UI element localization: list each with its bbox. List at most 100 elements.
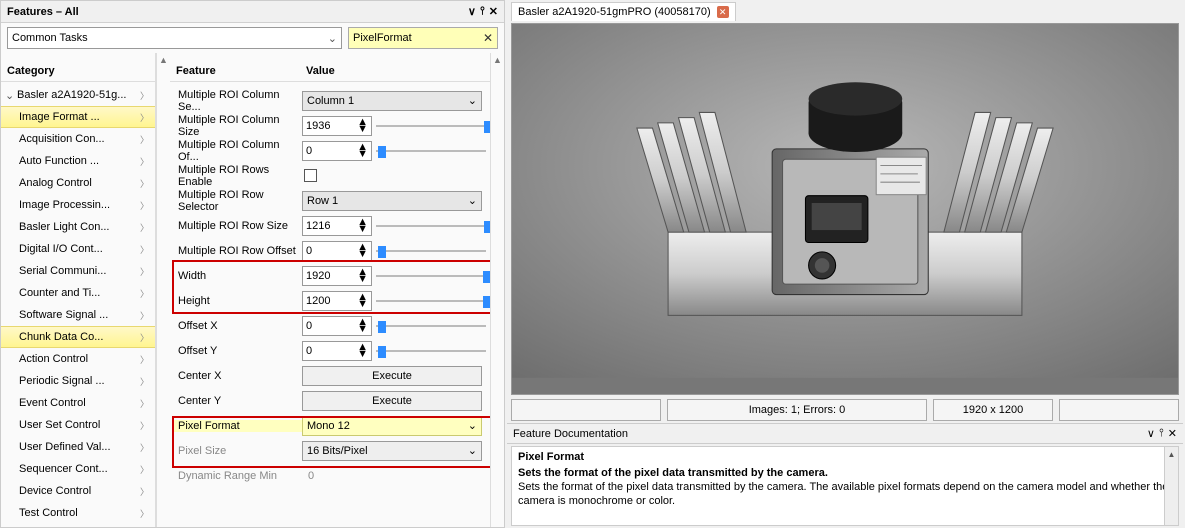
slider[interactable] [376, 293, 486, 309]
category-item[interactable]: User Set Control〉 [1, 414, 155, 436]
slider[interactable] [376, 118, 486, 134]
clear-search-icon[interactable]: ✕ [483, 31, 493, 45]
feature-scroll[interactable]: ▲ [490, 53, 504, 527]
feature-row: Width1920▲▼ [170, 263, 490, 288]
category-item[interactable]: Auto Function ...〉 [1, 150, 155, 172]
category-item[interactable]: Digital I/O Cont...〉 [1, 238, 155, 260]
category-item[interactable]: Software Signal ...〉 [1, 304, 155, 326]
slider[interactable] [376, 243, 486, 259]
feature-name: Width [174, 270, 302, 282]
feature-row: Dynamic Range Min0 [170, 463, 490, 488]
doc-scrollbar[interactable]: ▲ [1164, 447, 1178, 525]
feature-row: Height1200▲▼ [170, 288, 490, 313]
feature-list: Multiple ROI Column Se...Column 1⌄ Multip… [170, 82, 490, 527]
doc-close-icon[interactable]: ✕ [1168, 427, 1177, 440]
doc-titlebar: Feature Documentation ∨ ⫯ ✕ [507, 423, 1183, 444]
slider[interactable] [376, 218, 486, 234]
doc-text: Sets the format of the pixel data transm… [518, 481, 1172, 509]
select-ctrl[interactable]: Column 1⌄ [302, 91, 482, 111]
task-dropdown-label: Common Tasks [12, 32, 88, 44]
select-ctrl[interactable]: Row 1⌄ [302, 191, 482, 211]
feature-name: Pixel Format [174, 420, 302, 432]
category-item[interactable]: Chunk Data Co...〉 [1, 326, 155, 348]
doc-collapse-icon[interactable]: ∨ [1147, 427, 1155, 440]
feature-name: Center Y [174, 395, 302, 407]
doc-pin-icon[interactable]: ⫯ [1159, 427, 1164, 440]
category-item[interactable]: User Defined Val...〉 [1, 436, 155, 458]
feature-name: Height [174, 295, 302, 307]
category-item[interactable]: Device Control〉 [1, 480, 155, 502]
spin-input[interactable]: 1200▲▼ [302, 291, 372, 311]
status-resolution: 1920 x 1200 [933, 399, 1053, 421]
feature-row: Offset Y0▲▼ [170, 338, 490, 363]
feature-row: Pixel FormatMono 12⌄ [170, 413, 490, 438]
checkbox[interactable] [304, 169, 317, 182]
feature-name: Multiple ROI Rows Enable [174, 164, 302, 188]
spin-input[interactable]: 0▲▼ [302, 341, 372, 361]
feature-row: Center XExecute [170, 363, 490, 388]
feature-row: Multiple ROI Row Size1216▲▼ [170, 213, 490, 238]
category-item[interactable]: Basler Light Con...〉 [1, 216, 155, 238]
feature-name: Multiple ROI Row Offset [174, 245, 302, 257]
slider[interactable] [376, 268, 486, 284]
feature-name: Offset X [174, 320, 302, 332]
category-item[interactable]: Test Control〉 [1, 502, 155, 524]
category-item[interactable]: Analog Control〉 [1, 172, 155, 194]
slider[interactable] [376, 143, 486, 159]
feature-value: Mono 12⌄ [302, 416, 486, 436]
category-item[interactable]: Image Processin...〉 [1, 194, 155, 216]
feature-value [302, 169, 486, 182]
category-column: Category ⌄Basler a2A1920-51g...〉Image Fo… [1, 53, 156, 527]
category-item[interactable]: Action Control〉 [1, 348, 155, 370]
feature-header: Feature [170, 61, 300, 81]
category-scroll[interactable]: ▲ [156, 53, 170, 527]
spin-input[interactable]: 1920▲▼ [302, 266, 372, 286]
spin-input[interactable]: 0▲▼ [302, 241, 372, 261]
collapse-icon[interactable]: ∨ [468, 5, 476, 18]
category-item[interactable]: Image Format ...〉 [1, 106, 155, 128]
category-item[interactable]: Sequencer Cont...〉 [1, 458, 155, 480]
execute-button[interactable]: Execute [302, 391, 482, 411]
preview-tab[interactable]: Basler a2A1920-51gmPRO (40058170) ✕ [511, 2, 736, 21]
feature-name: Pixel Size [174, 445, 302, 457]
feature-name: Multiple ROI Row Selector [174, 189, 302, 213]
category-item[interactable]: Periodic Signal ...〉 [1, 370, 155, 392]
task-dropdown[interactable]: Common Tasks ⌄ [7, 27, 342, 49]
feature-row: Multiple ROI Column Se...Column 1⌄ [170, 88, 490, 113]
chevron-down-icon: ⌄ [328, 32, 337, 45]
feature-value: 0▲▼ [302, 141, 486, 161]
spin-input[interactable]: 0▲▼ [302, 141, 372, 161]
pin-icon[interactable]: ⫯ [480, 5, 485, 18]
category-item[interactable]: Serial Communi...〉 [1, 260, 155, 282]
close-icon[interactable]: ✕ [489, 5, 498, 18]
features-panel: Features – All ∨ ⫯ ✕ Common Tasks ⌄ Pixe… [0, 0, 505, 528]
execute-button[interactable]: Execute [302, 366, 482, 386]
category-item[interactable]: Acquisition Con...〉 [1, 128, 155, 150]
category-item[interactable]: Event Control〉 [1, 392, 155, 414]
spin-input[interactable]: 0▲▼ [302, 316, 372, 336]
slider[interactable] [376, 343, 486, 359]
spin-input[interactable]: 1216▲▼ [302, 216, 372, 236]
select-ctrl[interactable]: Mono 12⌄ [302, 416, 482, 436]
doc-heading: Pixel Format [518, 451, 1172, 463]
feature-value: 1216▲▼ [302, 216, 486, 236]
feature-row: Center YExecute [170, 388, 490, 413]
status-empty-left [511, 399, 661, 421]
chevron-down-icon: ⌄ [468, 94, 477, 107]
category-item[interactable]: ⌄Basler a2A1920-51g...〉 [1, 84, 155, 106]
feature-row: Multiple ROI Row SelectorRow 1⌄ [170, 188, 490, 213]
feature-value: Column 1⌄ [302, 91, 486, 111]
feature-value: Execute [302, 391, 486, 411]
tab-close-icon[interactable]: ✕ [717, 6, 729, 18]
feature-row: Offset X0▲▼ [170, 313, 490, 338]
category-item[interactable]: Counter and Ti...〉 [1, 282, 155, 304]
feature-value: Row 1⌄ [302, 191, 486, 211]
spin-input[interactable]: 1936▲▼ [302, 116, 372, 136]
feature-search-input[interactable]: PixelFormat ✕ [348, 27, 498, 49]
search-value: PixelFormat [353, 32, 412, 44]
feature-value: 16 Bits/Pixel⌄ [302, 441, 486, 461]
value-header: Value [300, 61, 490, 81]
category-list: ⌄Basler a2A1920-51g...〉Image Format ...〉… [1, 82, 155, 527]
slider[interactable] [376, 318, 486, 334]
features-titlebar: Features – All ∨ ⫯ ✕ [1, 1, 504, 23]
